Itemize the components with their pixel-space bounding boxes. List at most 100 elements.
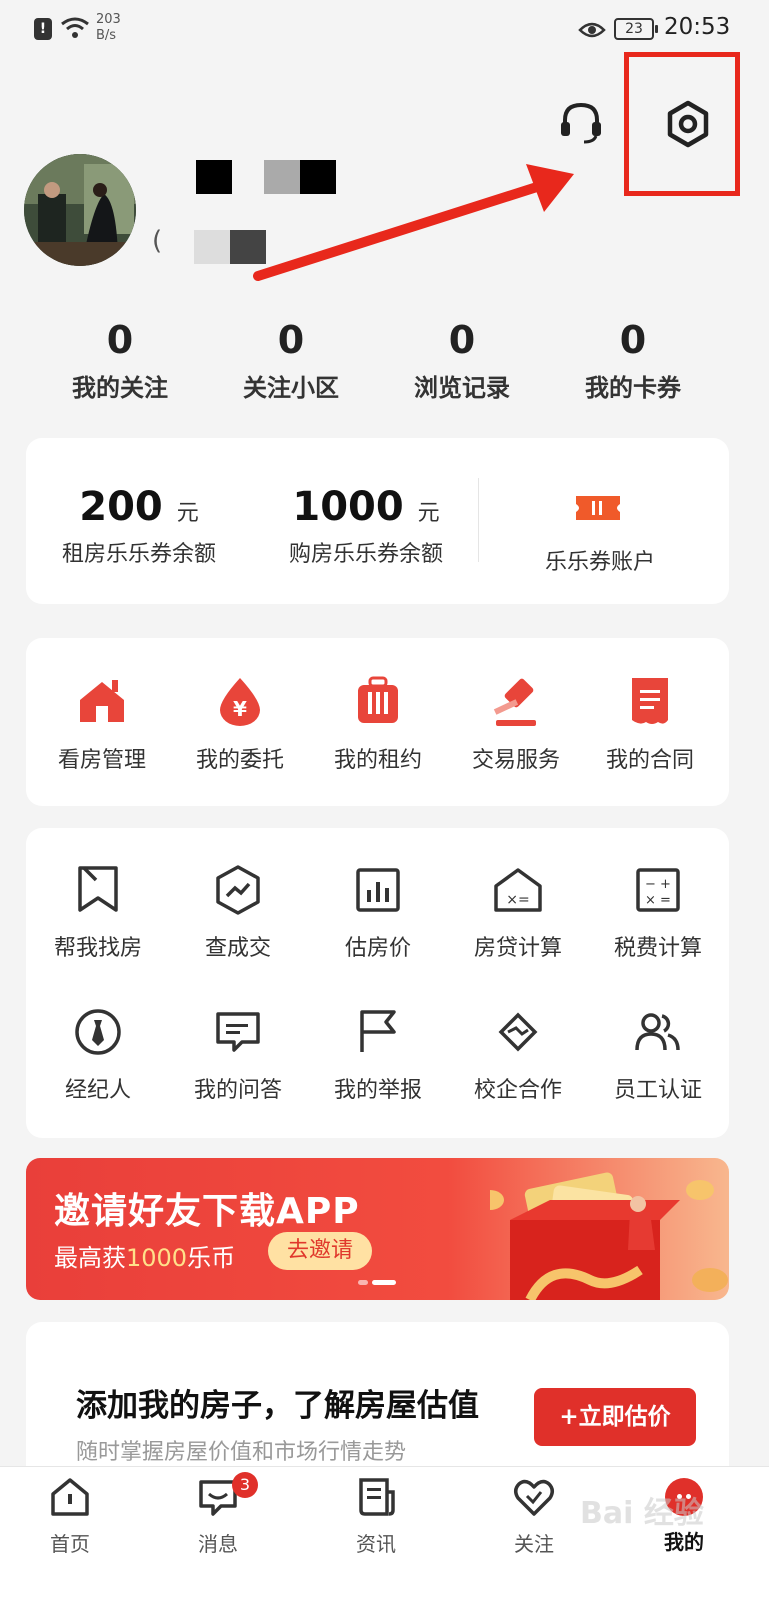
wifi-icon xyxy=(61,17,89,38)
coupon-account[interactable]: 乐乐券账户 xyxy=(520,538,680,576)
menu-label: 看房管理 xyxy=(57,748,146,773)
yuan-drop-icon: ¥ xyxy=(220,678,260,726)
alert-icon: ! xyxy=(34,18,52,40)
bookmark-icon xyxy=(78,866,118,912)
headset-icon[interactable] xyxy=(558,100,604,146)
svg-text:× =: × = xyxy=(645,893,671,908)
menu-label: 交易服务 xyxy=(471,748,560,773)
menu-transaction-services[interactable]: 交易服务 xyxy=(446,676,586,774)
buy-coupon-unit: 元 xyxy=(417,501,440,526)
rent-coupon-balance[interactable]: 200 元 租房乐乐券余额 xyxy=(48,484,230,568)
nav-news[interactable]: 资讯 xyxy=(316,1476,436,1557)
tool-label: 我的举报 xyxy=(333,1078,422,1103)
watermark: Bai 经验 xyxy=(580,1496,704,1531)
tool-employee-verify[interactable]: 员工认证 xyxy=(588,1006,728,1104)
carousel-dot-active xyxy=(372,1280,396,1285)
menu-my-lease[interactable]: 我的租约 xyxy=(308,676,448,774)
valuation-button[interactable]: +立即估价 xyxy=(534,1388,696,1446)
avatar[interactable] xyxy=(24,154,136,266)
tool-label: 查成交 xyxy=(204,936,271,961)
buy-coupon-amount: 1000 xyxy=(292,484,404,530)
chat-icon xyxy=(216,1012,260,1052)
menu-label: 我的委托 xyxy=(195,748,284,773)
coupon-account-label: 乐乐券账户 xyxy=(544,550,655,575)
stat-value: 0 xyxy=(106,318,134,362)
user-subtitle-paren: ( xyxy=(152,226,163,256)
menu-label: 我的合同 xyxy=(605,748,694,773)
svg-text:×=: ×= xyxy=(506,892,529,908)
username-redacted xyxy=(300,160,336,194)
menu-label: 我的租约 xyxy=(333,748,422,773)
stat-value: 0 xyxy=(448,318,476,362)
nav-home[interactable]: 首页 xyxy=(10,1476,130,1557)
unread-badge: 3 xyxy=(232,1472,258,1498)
tool-label: 税费计算 xyxy=(613,936,702,961)
handshake-icon xyxy=(498,1012,538,1052)
tool-agent[interactable]: 经纪人 xyxy=(28,1006,168,1104)
net-speed: 203 B/s xyxy=(96,12,121,43)
tool-tax-calc[interactable]: − + × = 税费计算 xyxy=(588,864,728,962)
tool-label: 房贷计算 xyxy=(473,936,562,961)
nav-label: 首页 xyxy=(50,1532,90,1556)
stat-label: 关注小区 xyxy=(243,374,339,402)
gear-icon[interactable] xyxy=(664,100,712,148)
stat-label: 我的卡券 xyxy=(585,374,681,402)
home-icon xyxy=(51,1478,89,1516)
banner-subtitle: 最高获1000乐币 xyxy=(54,1244,236,1272)
stat-label: 浏览记录 xyxy=(414,374,510,402)
gift-box-illustration xyxy=(490,1172,728,1300)
username-redacted xyxy=(264,160,300,194)
tool-check-deals[interactable]: 查成交 xyxy=(168,864,308,962)
stat-follow[interactable]: 0 我的关注 xyxy=(34,318,206,403)
stat-community[interactable]: 0 关注小区 xyxy=(205,318,377,403)
tool-find-house[interactable]: 帮我找房 xyxy=(28,864,168,962)
menu-viewing-management[interactable]: 看房管理 xyxy=(32,676,172,774)
bar-chart-icon xyxy=(356,868,400,912)
flag-icon xyxy=(360,1010,396,1052)
tool-label: 我的问答 xyxy=(193,1078,282,1103)
rent-coupon-amount: 200 xyxy=(79,484,163,530)
nav-follow[interactable]: 关注 xyxy=(474,1476,594,1557)
username-redacted xyxy=(196,160,232,194)
tool-my-report[interactable]: 我的举报 xyxy=(308,1006,448,1104)
tool-my-qa[interactable]: 我的问答 xyxy=(168,1006,308,1104)
divider xyxy=(478,478,479,562)
invite-button[interactable]: 去邀请 xyxy=(268,1232,372,1270)
tie-icon xyxy=(75,1009,121,1055)
eye-icon xyxy=(578,22,606,38)
svg-text:− +: − + xyxy=(645,877,671,892)
nav-label: 消息 xyxy=(198,1532,238,1556)
menu-my-entrustment[interactable]: ¥ 我的委托 xyxy=(170,676,310,774)
tool-label: 经纪人 xyxy=(64,1078,131,1103)
valuation-subtitle: 随时掌握房屋价值和市场行情走势 xyxy=(76,1440,407,1465)
stat-value: 0 xyxy=(277,318,305,362)
stat-value: 0 xyxy=(619,318,647,362)
user-id-redacted xyxy=(194,230,230,264)
menu-my-contract[interactable]: 我的合同 xyxy=(580,676,720,774)
users-icon xyxy=(635,1013,680,1051)
news-icon xyxy=(359,1478,395,1516)
ticket-icon xyxy=(576,496,620,520)
nav-label: 资讯 xyxy=(356,1532,396,1556)
stat-label: 我的关注 xyxy=(72,374,168,402)
rent-coupon-label: 租房乐乐券余额 xyxy=(61,542,216,567)
buy-coupon-balance[interactable]: 1000 元 购房乐乐券余额 xyxy=(272,484,460,568)
rent-coupon-unit: 元 xyxy=(176,501,199,526)
stat-coupons[interactable]: 0 我的卡券 xyxy=(547,318,719,403)
tool-mortgage-calc[interactable]: ×= 房贷计算 xyxy=(448,864,588,962)
gavel-icon xyxy=(493,678,536,726)
nav-messages[interactable]: 消息 xyxy=(158,1476,278,1557)
tool-label: 校企合作 xyxy=(473,1078,562,1103)
tool-estimate-price[interactable]: 估房价 xyxy=(308,864,448,962)
battery-icon: 23 xyxy=(614,18,658,40)
trend-icon xyxy=(216,865,260,915)
tool-label: 估房价 xyxy=(344,936,411,961)
tool-label: 员工认证 xyxy=(613,1078,702,1103)
calculator-icon: − + × = xyxy=(636,868,680,912)
tool-school-cooperation[interactable]: 校企合作 xyxy=(448,1006,588,1104)
stat-history[interactable]: 0 浏览记录 xyxy=(376,318,548,403)
suitcase-icon xyxy=(358,676,398,723)
heart-icon xyxy=(514,1479,554,1516)
banner-title: 邀请好友下载APP xyxy=(54,1191,360,1232)
carousel-dot xyxy=(358,1280,368,1285)
